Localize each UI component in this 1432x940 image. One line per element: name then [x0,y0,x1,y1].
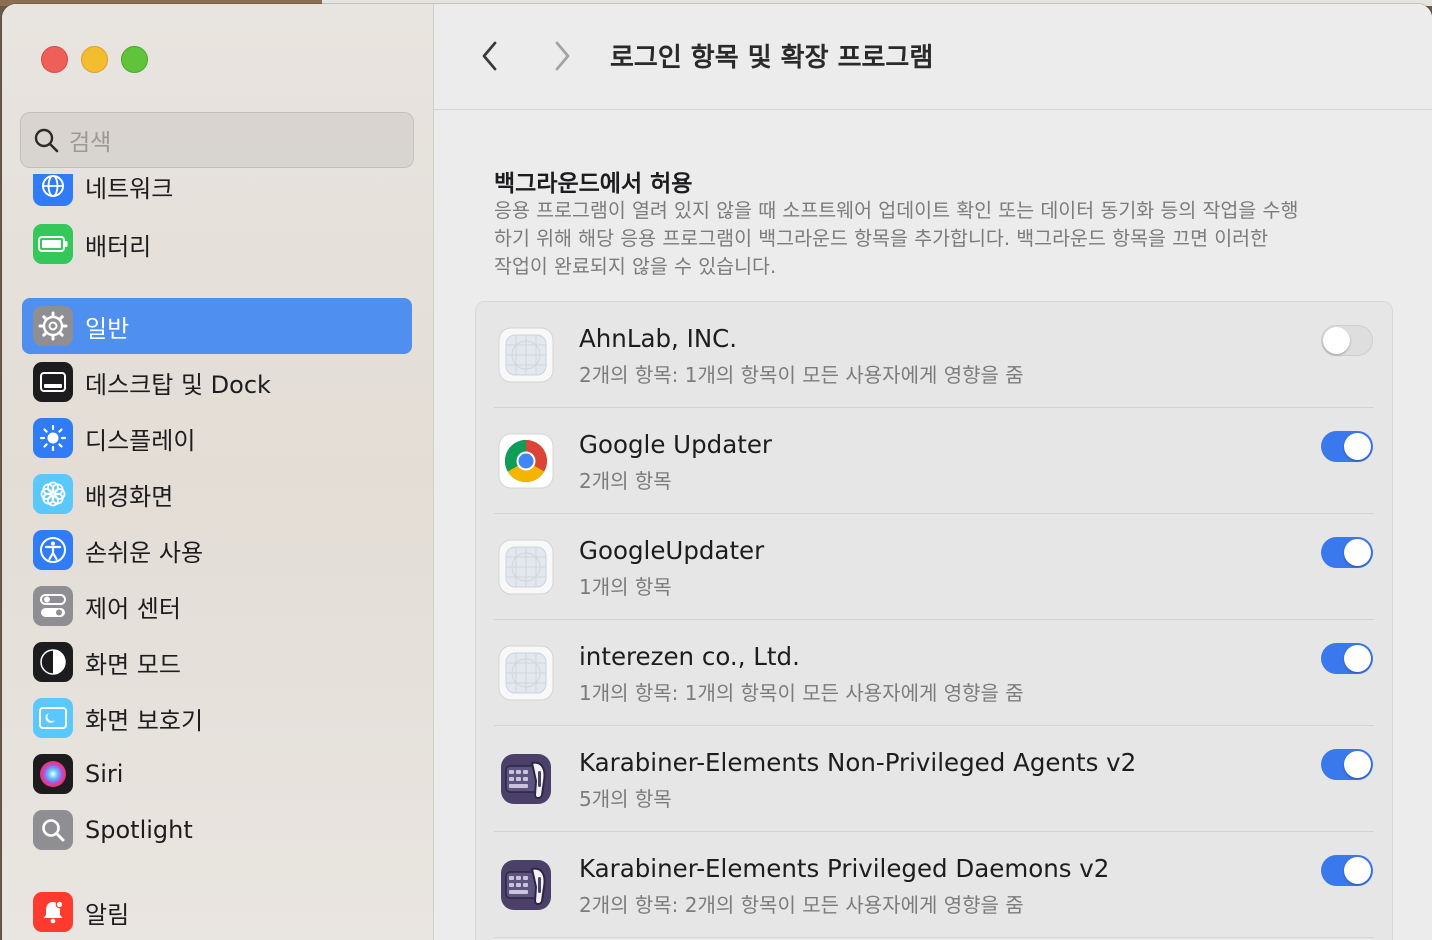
sidebar-item-label: 화면 보호기 [85,706,204,735]
toggle-knob [1344,645,1371,672]
sidebar-item-label: 디스플레이 [85,426,196,455]
chrome-icon [498,433,554,489]
list-item[interactable]: Karabiner-Elements Non-Privileged Agents… [476,726,1392,832]
sidebar-item-desktop-dock[interactable]: 데스크탑 및 Dock [22,354,412,410]
list-item[interactable]: Karabiner-Elements Privileged Daemons v2… [476,832,1392,938]
allow-toggle[interactable] [1321,749,1373,780]
search-placeholder: 검색 [69,130,112,156]
chevron-left-icon [482,41,497,71]
app-detail: 2개의 항목: 1개의 항목이 모든 사용자에게 영향을 줌 [579,363,1024,387]
background-items-list: AhnLab, INC. 2개의 항목: 1개의 항목이 모든 사용자에게 영향… [475,301,1393,940]
page-title: 로그인 항목 및 확장 프로그램 [610,43,934,73]
sidebar-item-network[interactable]: 네트워크 [22,174,412,214]
app-detail: 2개의 항목 [579,469,672,493]
settings-window: 검색 네트워크 배터리 일반 데스크탑 및 Dock 디스플레이 배경화면 손쉬… [2,4,1432,940]
siri-icon [33,754,73,794]
toolbar: 로그인 항목 및 확장 프로그램 [434,4,1432,110]
app-name: Google Updater [579,430,772,459]
sidebar-item-label: Siri [85,760,124,788]
section-title: 백그라운드에서 허용 [494,171,693,197]
magnifier-icon [33,810,73,850]
forward-button[interactable] [544,38,580,74]
sidebar-item-label: 배경화면 [85,482,174,511]
sidebar-item-label: 데스크탑 및 Dock [85,370,271,399]
sidebar-item-label: 네트워크 [85,174,174,203]
sidebar-item-notifications[interactable]: 알림 [22,884,412,940]
sidebar-item-label: 화면 모드 [85,650,181,679]
generic-app-icon [498,645,554,701]
globe-icon [33,174,73,206]
toggle-knob [1344,539,1371,566]
allow-toggle[interactable] [1321,855,1373,886]
karabiner-icon [501,754,551,804]
chevron-right-icon [555,41,570,71]
close-button[interactable] [41,46,68,73]
sidebar: 검색 네트워크 배터리 일반 데스크탑 및 Dock 디스플레이 배경화면 손쉬… [2,4,434,940]
list-item[interactable]: AhnLab, INC. 2개의 항목: 1개의 항목이 모든 사용자에게 영향… [476,302,1392,408]
search-icon [34,128,59,153]
toggle-knob [1344,857,1371,884]
sidebar-item-label: 제어 센터 [85,594,181,623]
section-description: 응용 프로그램이 열려 있지 않을 때 소프트웨어 업데이트 확인 또는 데이터… [494,199,1299,278]
sidebar-item-label: 손쉬운 사용 [85,538,204,567]
sun-icon [33,418,73,458]
sidebar-item-spotlight[interactable]: Spotlight [22,802,412,858]
allow-toggle[interactable] [1321,325,1373,356]
zoom-button[interactable] [121,46,148,73]
allow-toggle[interactable] [1321,537,1373,568]
gear-icon [33,306,73,346]
toggle-knob [1323,327,1350,354]
sidebar-item-label: Spotlight [85,816,193,844]
sidebar-item-label: 배터리 [85,232,152,261]
minimize-button[interactable] [81,46,108,73]
sidebar-list: 네트워크 배터리 일반 데스크탑 및 Dock 디스플레이 배경화면 손쉬운 사… [2,174,433,940]
app-name: interezen co., Ltd. [579,642,800,671]
toggle-knob [1344,751,1371,778]
sidebar-item-control-center[interactable]: 제어 센터 [22,578,412,634]
sidebar-item-general[interactable]: 일반 [22,298,412,354]
list-item[interactable]: Google Updater 2개의 항목 [476,408,1392,514]
sidebar-item-display[interactable]: 디스플레이 [22,410,412,466]
accessibility-icon [33,530,73,570]
sidebar-item-screensaver[interactable]: 화면 보호기 [22,690,412,746]
flower-icon [33,474,73,514]
app-name: Karabiner-Elements Non-Privileged Agents… [579,748,1137,777]
generic-app-icon [498,327,554,383]
app-name: GoogleUpdater [579,536,765,565]
sidebar-item-label: 알림 [85,900,130,929]
appearance-icon [33,642,73,682]
back-button[interactable] [472,38,508,74]
dock-icon [33,362,73,402]
app-detail: 1개의 항목: 1개의 항목이 모든 사용자에게 영향을 줌 [579,681,1024,705]
switches-icon [33,586,73,626]
search-field[interactable]: 검색 [20,112,414,168]
bell-icon [33,892,73,932]
allow-toggle[interactable] [1321,643,1373,674]
list-item[interactable]: interezen co., Ltd. 1개의 항목: 1개의 항목이 모든 사… [476,620,1392,726]
generic-app-icon [498,539,554,595]
sidebar-item-battery[interactable]: 배터리 [22,216,412,272]
toggle-knob [1344,433,1371,460]
battery-icon [33,224,73,264]
app-detail: 5개의 항목 [579,787,672,811]
karabiner-icon [501,860,551,910]
app-name: Karabiner-Elements Privileged Daemons v2 [579,854,1110,883]
screensaver-icon [33,698,73,738]
list-item[interactable]: GoogleUpdater 1개의 항목 [476,514,1392,620]
content-pane: 로그인 항목 및 확장 프로그램 백그라운드에서 허용 응용 프로그램이 열려 … [434,4,1432,940]
sidebar-item-siri[interactable]: Siri [22,746,412,802]
divider [494,937,1374,938]
app-name: AhnLab, INC. [579,324,738,353]
sidebar-item-appearance[interactable]: 화면 모드 [22,634,412,690]
sidebar-item-accessibility[interactable]: 손쉬운 사용 [22,522,412,578]
sidebar-item-label: 일반 [85,314,130,343]
sidebar-item-wallpaper[interactable]: 배경화면 [22,466,412,522]
app-detail: 1개의 항목 [579,575,672,599]
app-detail: 2개의 항목: 2개의 항목이 모든 사용자에게 영향을 줌 [579,893,1024,917]
allow-toggle[interactable] [1321,431,1373,462]
